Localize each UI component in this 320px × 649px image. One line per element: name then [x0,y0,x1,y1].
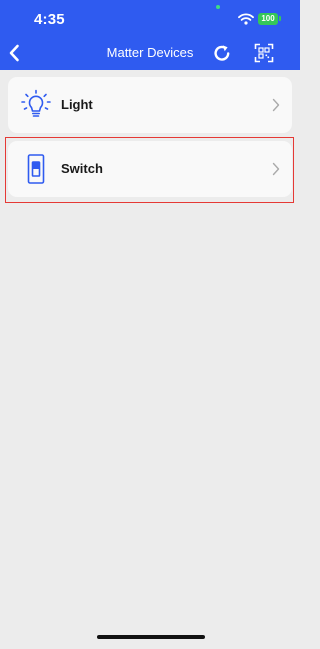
chevron-right-icon [272,162,280,176]
chevron-right-icon [272,98,280,112]
refresh-button[interactable] [210,41,234,65]
battery-indicator: 100 [258,13,278,25]
device-item-switch[interactable]: Switch [8,141,292,197]
chevron-left-icon [9,44,19,62]
nav-bar: Matter Devices [0,38,300,70]
wifi-icon [238,13,254,25]
refresh-icon [214,45,230,61]
camera-indicator-icon [216,5,220,9]
device-item-light[interactable]: Light [8,77,292,133]
scan-button[interactable] [253,42,275,64]
device-label: Switch [61,161,103,176]
app-header: 4:35 100 Matter Devices [0,0,300,70]
qr-scan-icon [254,43,274,63]
switch-icon [20,153,52,185]
status-time: 4:35 [34,11,65,28]
page-title: Matter Devices [106,45,194,60]
back-button[interactable] [2,40,26,66]
device-label: Light [61,97,93,112]
home-indicator [97,635,205,639]
lightbulb-icon [20,89,52,121]
status-bar: 4:35 100 [0,0,300,38]
battery-tip-icon [279,16,281,21]
